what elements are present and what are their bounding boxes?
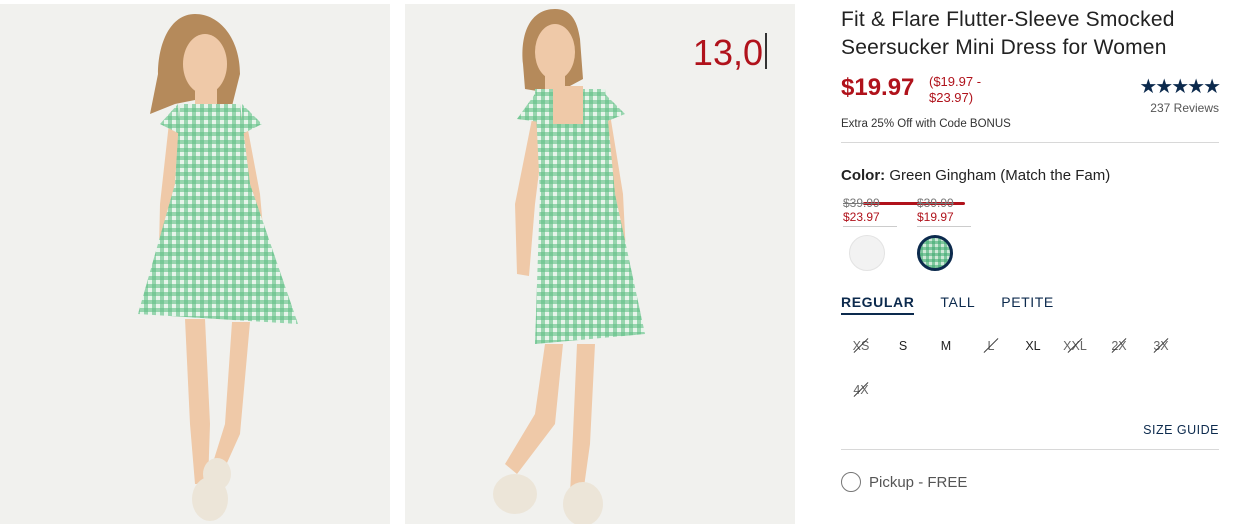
price-range: ($19.97 - $23.97): [929, 74, 982, 105]
color-label: Color:: [841, 167, 886, 184]
model-back-illustration: [405, 4, 795, 524]
size-xxl[interactable]: XXL: [1055, 335, 1095, 357]
size-l[interactable]: L: [971, 335, 1011, 357]
green-gingham-swatch-chip[interactable]: [917, 235, 953, 271]
fit-tabs: REGULAR TALL PETITE: [841, 294, 1219, 315]
white-swatch[interactable]: $39.99 $23.97: [843, 196, 901, 271]
sale-price: $19.97: [841, 74, 915, 101]
text-caret: [765, 33, 767, 69]
product-info-panel: Fit & Flare Flutter-Sleeve Smocked Seers…: [841, 6, 1221, 492]
color-swatches: $39.99 $23.97 $39.99 $19.97: [841, 196, 1219, 276]
pickup-label: Pickup - FREE: [869, 473, 968, 491]
price-row: $19.97 ($19.97 - $23.97) ★★★★★ 237 Revie…: [841, 74, 1221, 118]
product-image-back[interactable]: 13,0: [405, 4, 795, 524]
size-3x[interactable]: 3X: [1141, 335, 1181, 357]
model-front-illustration: [0, 4, 390, 524]
tab-tall[interactable]: TALL: [940, 294, 975, 315]
tab-petite[interactable]: PETITE: [1001, 294, 1054, 315]
swatch-now-price: $23.97: [843, 210, 880, 224]
color-value: Green Gingham (Match the Fam): [889, 167, 1111, 184]
promo-text: Extra 25% Off with Code BONUS: [841, 118, 1011, 130]
swatch-underline: [843, 226, 897, 227]
divider: [841, 449, 1219, 450]
product-title: Fit & Flare Flutter-Sleeve Smocked Seers…: [841, 8, 1175, 59]
review-count-link[interactable]: 237 Reviews: [1139, 101, 1219, 115]
white-swatch-chip[interactable]: [849, 235, 885, 271]
price-annotation: 13,0: [693, 32, 767, 74]
size-m[interactable]: M: [926, 335, 966, 357]
size-xl[interactable]: XL: [1013, 335, 1053, 357]
size-xs[interactable]: XS: [841, 335, 881, 357]
divider: [841, 142, 1219, 143]
swatch-was-price: $39.99: [843, 196, 880, 210]
swatch-was-price: $39.99: [917, 196, 954, 210]
product-image-front[interactable]: [0, 4, 390, 524]
size-options: XS S M L XL XXL 2X 3X 4X: [841, 335, 1219, 423]
size-2x[interactable]: 2X: [1099, 335, 1139, 357]
size-s[interactable]: S: [883, 335, 923, 357]
swatch-underline: [917, 226, 971, 227]
size-guide-link[interactable]: SIZE GUIDE: [841, 423, 1219, 437]
swatch-now-price: $19.97: [917, 210, 954, 224]
color-selection-label: Color: Green Gingham (Match the Fam): [841, 167, 1219, 184]
tab-regular[interactable]: REGULAR: [841, 294, 915, 315]
rating-block[interactable]: ★★★★★ 237 Reviews: [1139, 74, 1221, 115]
size-4x[interactable]: 4X: [841, 379, 881, 401]
radio-icon[interactable]: [841, 472, 861, 492]
star-rating-icon: ★★★★★: [1139, 76, 1221, 98]
green-gingham-swatch[interactable]: $39.99 $19.97: [917, 196, 975, 271]
pickup-option[interactable]: Pickup - FREE: [841, 472, 1219, 492]
product-page: 13,0 Fit & Flare Flutter-Sleeve Smocked …: [0, 0, 1243, 528]
